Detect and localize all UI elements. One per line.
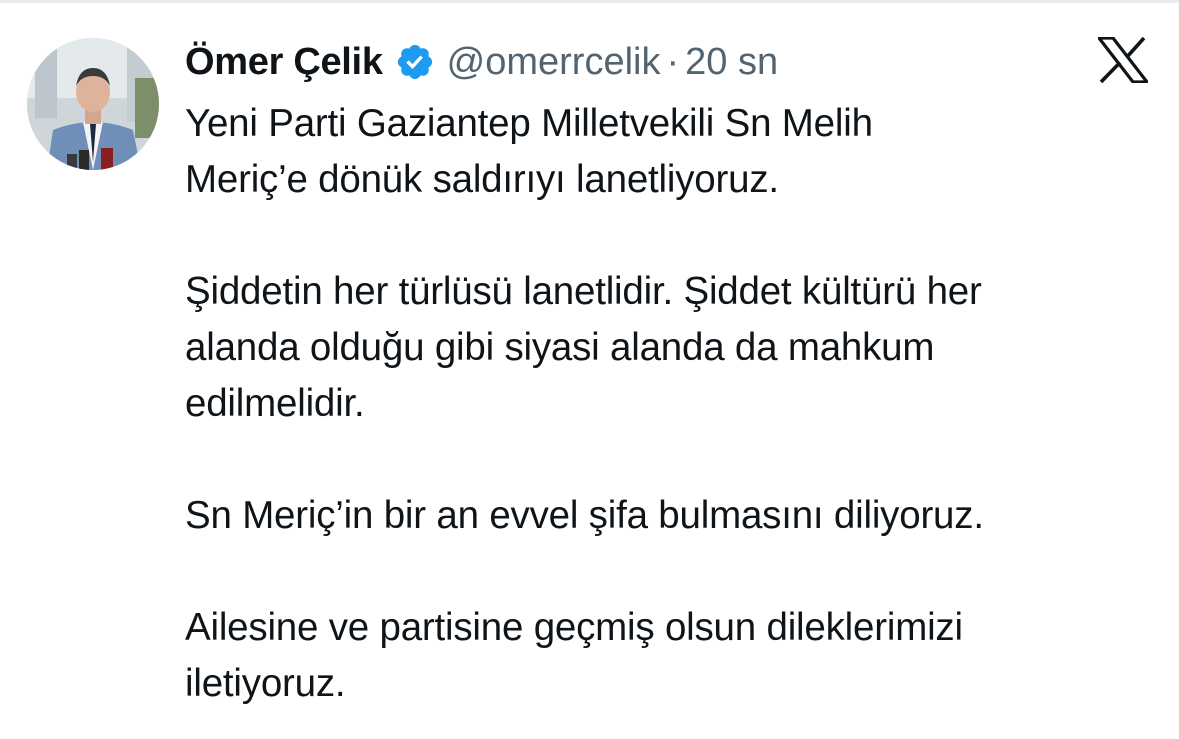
avatar-photo — [27, 38, 159, 170]
text-line: alanda olduğu gibi siyasi alanda da mahk… — [185, 326, 935, 369]
text-line: Yeni Parti Gaziantep Milletvekili Sn Mel… — [185, 102, 873, 145]
tweet-header: Ömer Çelik @omerrcelik · 20 sn — [185, 34, 778, 90]
top-divider — [0, 0, 1179, 3]
text-line: Meriç’e dönük saldırıyı lanetliyoruz. — [185, 158, 779, 201]
display-name[interactable]: Ömer Çelik — [185, 41, 383, 84]
tweet-paragraph: Şiddetin her türlüsü lanetlidir. Şiddet … — [185, 264, 1165, 432]
user-handle[interactable]: @omerrcelik — [447, 41, 661, 84]
x-logo-icon[interactable] — [1098, 37, 1148, 83]
text-line: iletiyoruz. — [185, 662, 346, 705]
tweet-paragraph: Yeni Parti Gaziantep Milletvekili Sn Mel… — [185, 96, 1165, 208]
tweet-paragraph: Sn Meriç’in bir an evvel şifa bulmasını … — [185, 488, 1165, 544]
avatar[interactable] — [27, 38, 159, 170]
timestamp[interactable]: 20 sn — [685, 41, 778, 84]
tweet-paragraph: Ailesine ve partisine geçmiş olsun dilek… — [185, 600, 1165, 712]
text-line: Sn Meriç’in bir an evvel şifa bulmasını … — [185, 494, 984, 537]
tweet-text: Yeni Parti Gaziantep Milletvekili Sn Mel… — [185, 96, 1165, 712]
verified-badge-icon — [397, 44, 432, 80]
text-line: Ailesine ve partisine geçmiş olsun dilek… — [185, 606, 963, 649]
text-line: edilmelidir. — [185, 382, 365, 425]
separator-dot: · — [666, 40, 680, 83]
text-line: Şiddetin her türlüsü lanetlidir. Şiddet … — [185, 270, 982, 313]
